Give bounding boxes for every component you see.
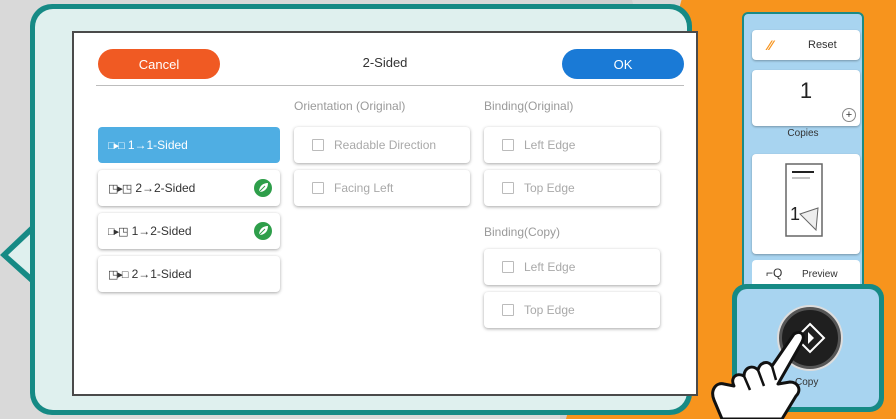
binding-copy-top-edge[interactable]: Top Edge xyxy=(484,292,660,328)
option-label: Left Edge xyxy=(524,260,576,274)
reset-label: Reset xyxy=(808,39,837,51)
orientation-readable-direction[interactable]: Readable Direction xyxy=(294,127,470,163)
two-sided-dialog: Cancel 2-Sided OK □▸□ 1→1-Sided ◳▸◳ 2→2-… xyxy=(72,31,698,396)
mode-1-2-sided[interactable]: □▸◳ 1→2-Sided xyxy=(98,213,280,249)
facing-left-icon xyxy=(312,182,324,194)
eco-leaf-icon xyxy=(254,179,272,197)
option-label: Top Edge xyxy=(524,181,575,195)
svg-text:1: 1 xyxy=(790,204,800,224)
reset-button[interactable]: ⁄⁄ Reset xyxy=(752,30,860,60)
mode-label: 2→1-Sided xyxy=(131,267,192,281)
top-edge-icon xyxy=(502,182,514,194)
two-to-two-icon: ◳▸◳ xyxy=(108,182,132,195)
option-label: Left Edge xyxy=(524,138,576,152)
document-page-icon: 1 xyxy=(785,163,823,237)
binding-original-top-edge[interactable]: Top Edge xyxy=(484,170,660,206)
option-label: Top Edge xyxy=(524,303,575,317)
eco-leaf-icon xyxy=(254,222,272,240)
mode-label: 1→2-Sided xyxy=(131,224,192,238)
mode-label: 1→1-Sided xyxy=(127,138,188,152)
ok-button[interactable]: OK xyxy=(562,49,684,79)
copies-field[interactable]: 1 + xyxy=(752,70,860,126)
preview-icon: ⌐Q xyxy=(766,266,783,280)
one-to-one-icon: □▸□ xyxy=(108,139,125,152)
option-label: Readable Direction xyxy=(334,138,437,152)
two-to-one-icon: ◳▸□ xyxy=(108,268,129,281)
binding-original-header: Binding(Original) xyxy=(484,99,574,113)
mode-1-1-sided[interactable]: □▸□ 1→1-Sided xyxy=(98,127,280,163)
readable-direction-icon xyxy=(312,139,324,151)
one-to-two-icon: □▸◳ xyxy=(108,225,129,238)
mode-label: 2→2-Sided xyxy=(135,181,196,195)
option-label: Facing Left xyxy=(334,181,394,195)
orientation-facing-left[interactable]: Facing Left xyxy=(294,170,470,206)
mode-2-2-sided[interactable]: ◳▸◳ 2→2-Sided xyxy=(98,170,280,206)
top-edge-icon xyxy=(502,304,514,316)
copies-label: Copies xyxy=(787,128,819,139)
left-edge-icon xyxy=(502,261,514,273)
binding-original-left-edge[interactable]: Left Edge xyxy=(484,127,660,163)
mode-2-1-sided[interactable]: ◳▸□ 2→1-Sided xyxy=(98,256,280,292)
binding-copy-header: Binding(Copy) xyxy=(484,225,561,239)
header-divider xyxy=(96,85,684,86)
left-edge-icon xyxy=(502,139,514,151)
orientation-header: Orientation (Original) xyxy=(294,99,406,113)
reset-icon: ⁄⁄ xyxy=(768,37,773,53)
pointing-hand-icon xyxy=(711,330,805,419)
plus-icon[interactable]: + xyxy=(842,108,856,122)
binding-copy-left-edge[interactable]: Left Edge xyxy=(484,249,660,285)
preview-label: Preview xyxy=(802,268,838,280)
document-preview-thumbnail[interactable]: 1 xyxy=(752,154,860,254)
copies-value: 1 xyxy=(799,78,813,103)
callout-frame: Cancel 2-Sided OK □▸□ 1→1-Sided ◳▸◳ 2→2-… xyxy=(30,4,698,415)
